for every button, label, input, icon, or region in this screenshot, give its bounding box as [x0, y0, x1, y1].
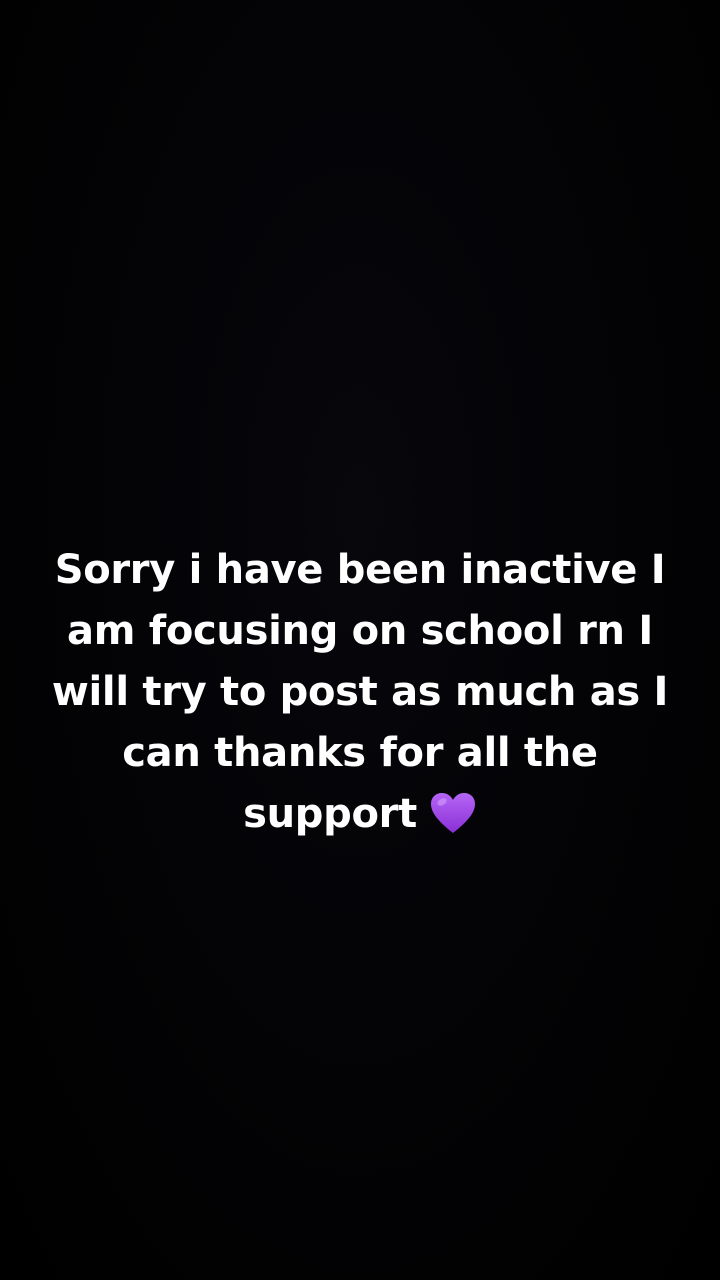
purple-heart-icon: [429, 791, 477, 835]
caption-line: will try to post as much as I: [51, 669, 669, 715]
video-frame[interactable]: Sorry i have been inactive I am focusing…: [0, 0, 720, 1280]
caption-line: Sorry i have been inactive I: [54, 547, 666, 593]
caption-line: am focusing on school rn I: [67, 608, 653, 654]
caption-last-line: support: [50, 784, 670, 845]
caption-line: can thanks for all the: [122, 730, 598, 776]
video-caption: Sorry i have been inactive I am focusing…: [50, 540, 670, 845]
caption-line: support: [243, 791, 417, 837]
